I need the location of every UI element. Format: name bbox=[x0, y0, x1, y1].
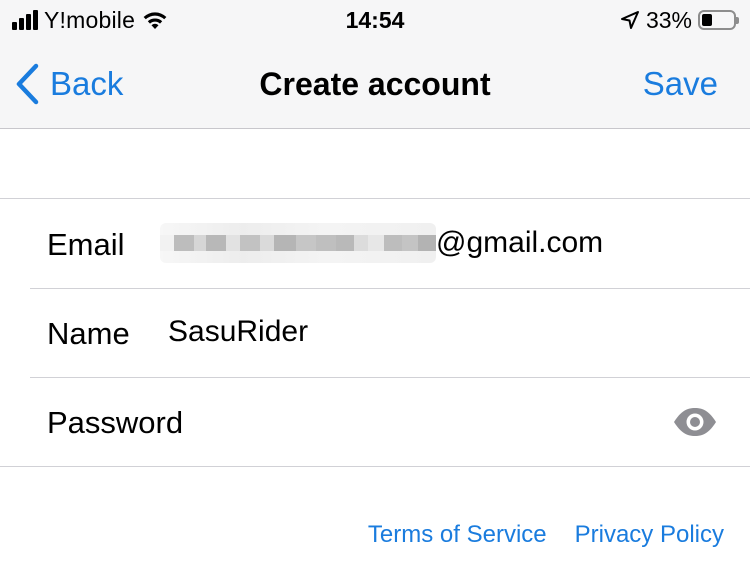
email-value: @gmail.com bbox=[436, 226, 604, 259]
account-form: Email @gmail.com Name SasuRider Password bbox=[0, 198, 750, 467]
battery-percent: 33% bbox=[645, 7, 692, 33]
save-button[interactable]: Save bbox=[643, 62, 718, 106]
eye-icon[interactable] bbox=[672, 407, 718, 437]
password-label: Password bbox=[47, 405, 184, 440]
privacy-policy-link[interactable]: Privacy Policy bbox=[575, 518, 724, 552]
email-field[interactable]: @gmail.com bbox=[160, 221, 603, 265]
email-row[interactable]: Email @gmail.com bbox=[0, 199, 750, 288]
location-arrow-icon bbox=[620, 11, 639, 29]
battery-nub bbox=[736, 17, 739, 24]
page-title: Create account bbox=[259, 66, 491, 102]
footer-links: Terms of Service Privacy Policy bbox=[368, 518, 724, 552]
status-bar: Y!mobile 14:54 33% bbox=[0, 0, 750, 40]
status-bar-right: 33% bbox=[620, 6, 739, 34]
name-field[interactable]: SasuRider bbox=[168, 312, 308, 352]
email-redaction bbox=[160, 223, 436, 263]
terms-of-service-link[interactable]: Terms of Service bbox=[368, 518, 547, 552]
name-label: Name bbox=[47, 316, 130, 351]
battery-icon bbox=[698, 10, 739, 30]
password-row[interactable]: Password bbox=[0, 377, 750, 466]
password-field[interactable] bbox=[230, 397, 654, 447]
battery-level bbox=[702, 14, 712, 26]
name-row[interactable]: Name SasuRider bbox=[0, 288, 750, 377]
email-label: Email bbox=[47, 227, 125, 262]
navigation-bar: Back Create account Save bbox=[0, 40, 750, 129]
